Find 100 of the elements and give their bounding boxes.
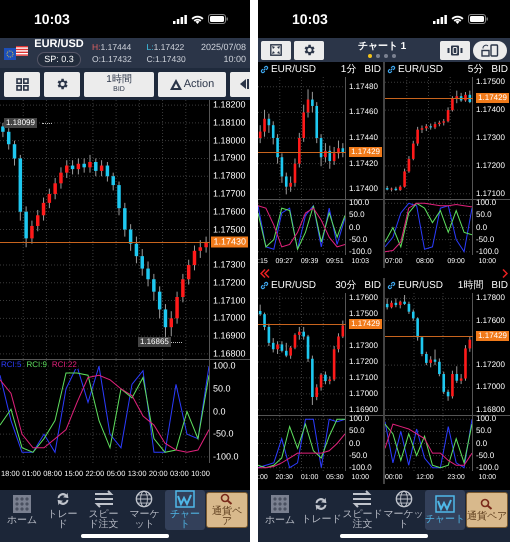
chevron-right-icon[interactable]	[502, 268, 508, 278]
wifi-icon	[191, 14, 204, 24]
nav-tab[interactable]: チャート	[165, 490, 206, 530]
settings-button[interactable]	[294, 40, 324, 60]
currency-pair-button[interactable]: 通貨ペア	[466, 492, 508, 528]
axis-tick-label: 1.17700	[213, 189, 246, 198]
b-bracket-icon	[447, 44, 463, 56]
axis-tick-label: 1.17500	[476, 78, 505, 86]
nav-tab[interactable]: ホーム	[2, 490, 42, 530]
nav-tab[interactable]: チャート	[424, 490, 465, 530]
axis-tick-label: -100.0	[349, 464, 372, 472]
line-series	[258, 433, 345, 468]
double-chevron-left-icon[interactable]	[260, 268, 270, 278]
candlestick	[258, 124, 262, 144]
candlestick	[434, 349, 436, 366]
indicator-legend: RCI:22	[50, 361, 78, 369]
candlestick	[48, 188, 52, 209]
currency-pair-button[interactable]: 通貨ペア	[206, 492, 248, 528]
axis-tick-label: 1.16900	[213, 332, 246, 341]
axis-tick-label: 100.0	[476, 415, 496, 424]
axis-tick-label: -50.0	[349, 236, 368, 244]
axis-tick-label: 1.17200	[213, 278, 246, 288]
axis-tick-label: 1.18200	[213, 100, 246, 110]
low-price-label: 1.16865	[138, 337, 171, 348]
panel-price-type: BID	[364, 280, 381, 290]
axis-tick-label: 1.16800	[213, 349, 246, 358]
candlestick	[94, 158, 98, 177]
candlestick	[386, 298, 388, 310]
settings-button[interactable]	[44, 72, 80, 96]
magnifier-icon	[480, 498, 494, 510]
nav-tab[interactable]: スピード注文	[342, 490, 383, 530]
axis-tick-label: 1.17100	[213, 296, 246, 306]
axis-tick-label: 1.17300	[476, 134, 505, 142]
candlestick	[18, 154, 22, 222]
candlestick	[175, 291, 179, 324]
axis-tick-label: 0.0	[213, 407, 226, 416]
candlestick	[117, 181, 121, 216]
axis-tick-label: 100.0	[476, 199, 496, 208]
candlestick	[386, 185, 388, 191]
magnifier-icon	[220, 493, 234, 505]
link-icon	[260, 65, 269, 74]
axis-tick-label: 1.17800	[476, 294, 505, 302]
leader-line	[171, 342, 182, 344]
indicator-legend: RCI:5	[0, 361, 22, 369]
candlestick	[342, 320, 344, 339]
axis-tick-label: -100.0	[349, 248, 372, 256]
settings-icon	[55, 77, 69, 91]
status-time: 10:03	[292, 10, 328, 28]
nav-tab[interactable]: トレード	[301, 490, 342, 530]
axis-tick-label: 0.0	[476, 440, 488, 448]
candlestick	[390, 187, 393, 192]
nav-tab[interactable]: トレード	[42, 490, 83, 530]
currency-pair-title: EUR/USD	[34, 39, 84, 50]
nav-tab[interactable]: マーケット	[384, 490, 424, 530]
panel-timeframe: 1時間	[458, 280, 484, 290]
candlestick	[111, 172, 115, 191]
nav-tab[interactable]: ホーム	[260, 490, 300, 530]
fullscreen-button[interactable]	[261, 40, 291, 60]
candlestick	[100, 160, 104, 177]
candlestick	[306, 88, 310, 118]
panel-price-type: BID	[364, 64, 381, 74]
axis-tick-label: 1.17200	[349, 358, 378, 366]
candlestick	[337, 332, 340, 353]
candlestick	[390, 300, 393, 309]
action-button[interactable]: Action	[158, 72, 226, 96]
axis-tick-label: 50.0	[476, 211, 492, 220]
rotate-button[interactable]	[473, 40, 507, 60]
axis-tick-label: -50.0	[476, 236, 494, 244]
bid-toggle-button[interactable]	[440, 40, 470, 60]
current-price-tag: 1.17429	[476, 330, 509, 341]
layout-button[interactable]	[4, 72, 40, 96]
nav-tab[interactable]: マーケット	[124, 490, 164, 530]
axis-tick-label: 1.17800	[213, 172, 246, 181]
quote-stat: L:1.17422	[146, 42, 186, 51]
wifi-icon	[451, 14, 464, 24]
globe-icon	[394, 490, 413, 508]
quote-date: 2025/07/08	[200, 42, 246, 52]
candlestick	[464, 92, 467, 102]
candlestick	[123, 202, 127, 238]
arrows-icon	[351, 490, 374, 508]
nav-tab[interactable]: スピード注文	[84, 490, 124, 530]
candlestick	[337, 140, 340, 159]
candlestick	[128, 224, 132, 252]
candlestick	[263, 312, 266, 331]
collapse-button[interactable]	[230, 72, 250, 96]
panel-symbol: EUR/USD	[271, 64, 318, 74]
flag-icon	[4, 46, 28, 60]
axis-tick-label: 50.0	[349, 427, 365, 436]
candlestick	[24, 206, 28, 248]
panel-timeframe: 1分	[340, 64, 356, 74]
candlestick	[70, 160, 74, 175]
settings-icon	[302, 43, 316, 57]
axis-tick-label: 50.0	[476, 427, 492, 436]
axis-tick-label: 1.17500	[349, 310, 378, 318]
axis-tick-label: 1.17200	[476, 162, 505, 170]
candlestick	[434, 121, 436, 130]
candlestick	[36, 209, 40, 232]
axis-tick-label: 1.17200	[476, 361, 505, 370]
indicator-legend: RCI:9	[25, 361, 48, 369]
battery-icon	[208, 14, 228, 24]
